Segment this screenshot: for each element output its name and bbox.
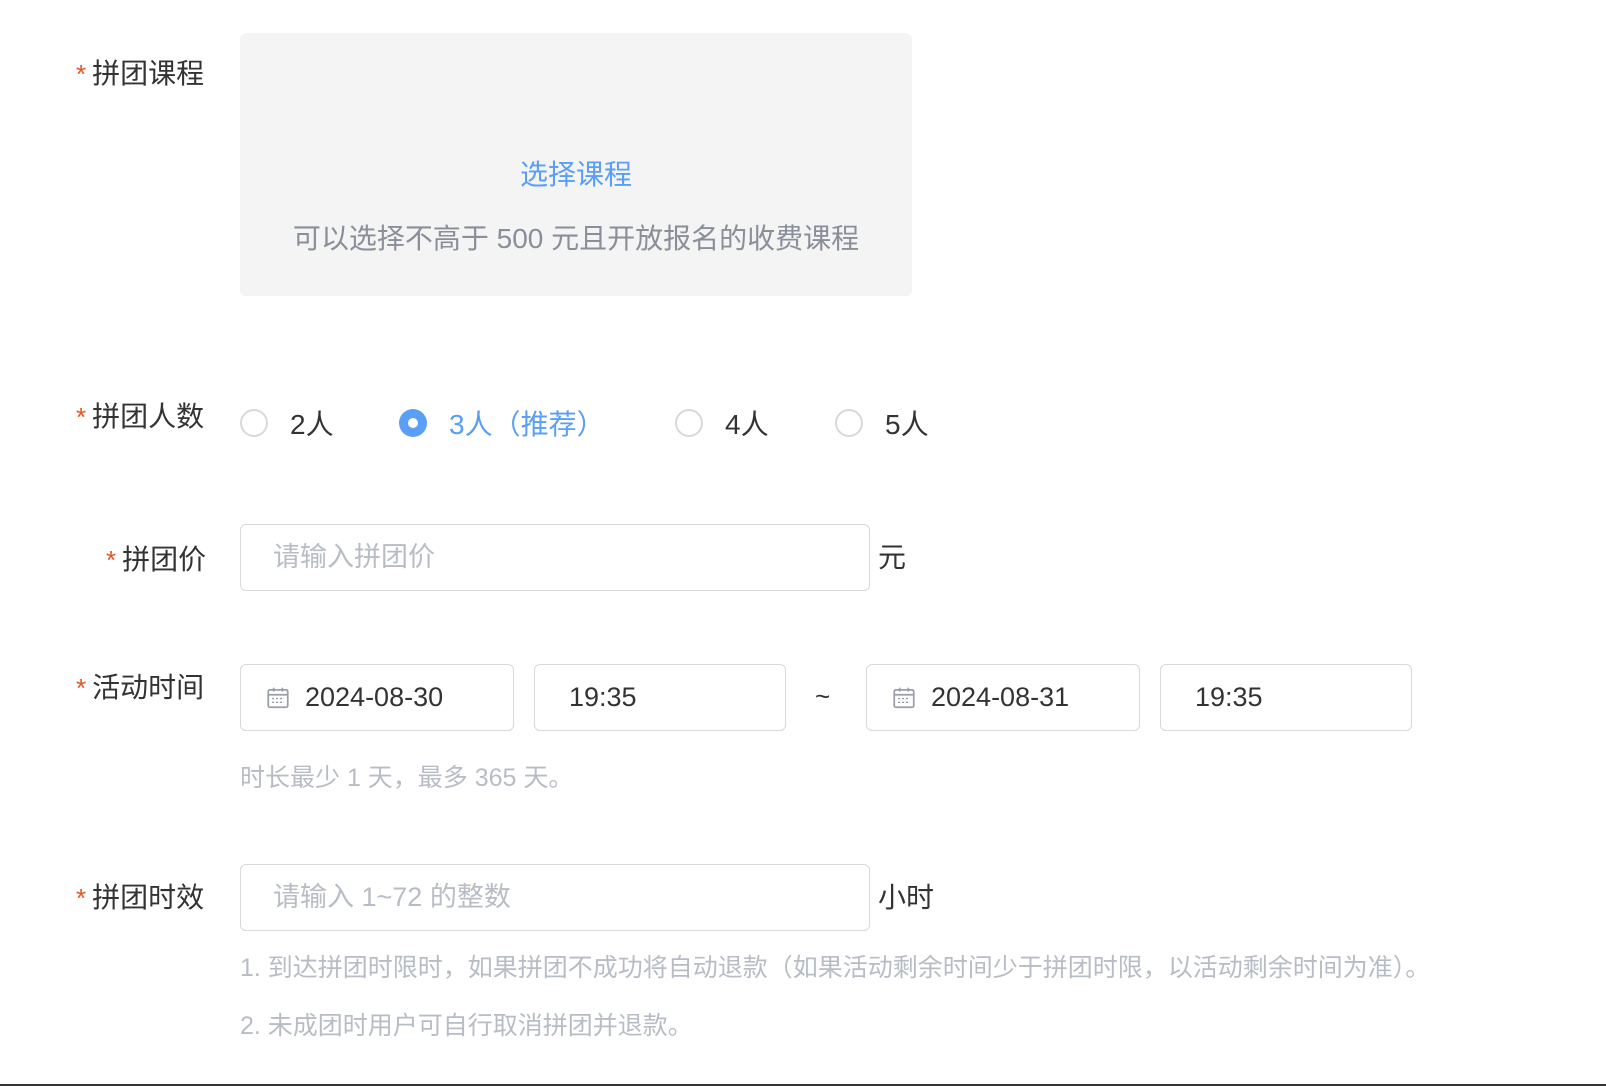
end-time-picker[interactable]: 19:35 (1160, 664, 1412, 731)
radio-label: 2人 (290, 409, 334, 440)
price-input[interactable] (241, 542, 869, 573)
radio-option-3[interactable]: 3人（推荐） (399, 403, 605, 443)
price-unit: 元 (878, 542, 907, 573)
radio-option-2[interactable]: 2人 (240, 403, 334, 443)
activity-time-hint: 时长最少 1 天，最多 365 天。 (240, 764, 574, 792)
validity-hint-2: 2. 未成团时用户可自行取消拼团并退款。 (240, 1012, 693, 1040)
validity-input-wrapper[interactable] (240, 864, 870, 931)
course-hint: 可以选择不高于 500 元且开放报名的收费课程 (292, 223, 860, 254)
required-mark: * (106, 545, 117, 575)
validity-hint-1: 1. 到达拼团时限时，如果拼团不成功将自动退款（如果活动剩余时间少于拼团时限，以… (240, 954, 1431, 982)
radio-label: 3人（推荐） (449, 409, 605, 440)
course-label: * 拼团课程 (76, 58, 205, 89)
start-time-value: 19:35 (569, 682, 637, 712)
radio-label: 5人 (885, 409, 929, 440)
radio-circle-selected[interactable] (399, 409, 427, 437)
required-mark: * (76, 59, 87, 89)
radio-circle[interactable] (835, 409, 863, 437)
validity-label: * 拼团时效 (76, 882, 205, 913)
start-date-value: 2024-08-30 (305, 682, 444, 712)
activity-time-label: * 活动时间 (76, 672, 205, 703)
calendar-icon (267, 687, 289, 708)
validity-input[interactable] (241, 882, 869, 913)
required-mark: * (76, 402, 87, 432)
required-mark: * (76, 883, 87, 913)
radio-label: 4人 (725, 409, 769, 440)
end-date-picker[interactable]: 2024-08-31 (866, 664, 1140, 731)
select-course-link[interactable]: 选择课程 (240, 155, 912, 195)
price-label: * 拼团价 (106, 544, 207, 575)
end-date-value: 2024-08-31 (931, 682, 1070, 712)
start-date-picker[interactable]: 2024-08-30 (240, 664, 514, 731)
radio-circle[interactable] (240, 409, 268, 437)
radio-option-5[interactable]: 5人 (835, 403, 929, 443)
course-select-box[interactable]: 选择课程 可以选择不高于 500 元且开放报名的收费课程 (240, 33, 912, 296)
end-time-value: 19:35 (1195, 682, 1263, 712)
validity-unit: 小时 (878, 882, 935, 913)
required-mark: * (76, 673, 87, 703)
price-input-wrapper[interactable] (240, 524, 870, 591)
range-separator: ~ (815, 681, 831, 711)
radio-circle[interactable] (675, 409, 703, 437)
radio-option-4[interactable]: 4人 (675, 403, 769, 443)
start-time-picker[interactable]: 19:35 (534, 664, 786, 731)
calendar-icon (893, 687, 915, 708)
group-size-label: * 拼团人数 (76, 401, 205, 432)
